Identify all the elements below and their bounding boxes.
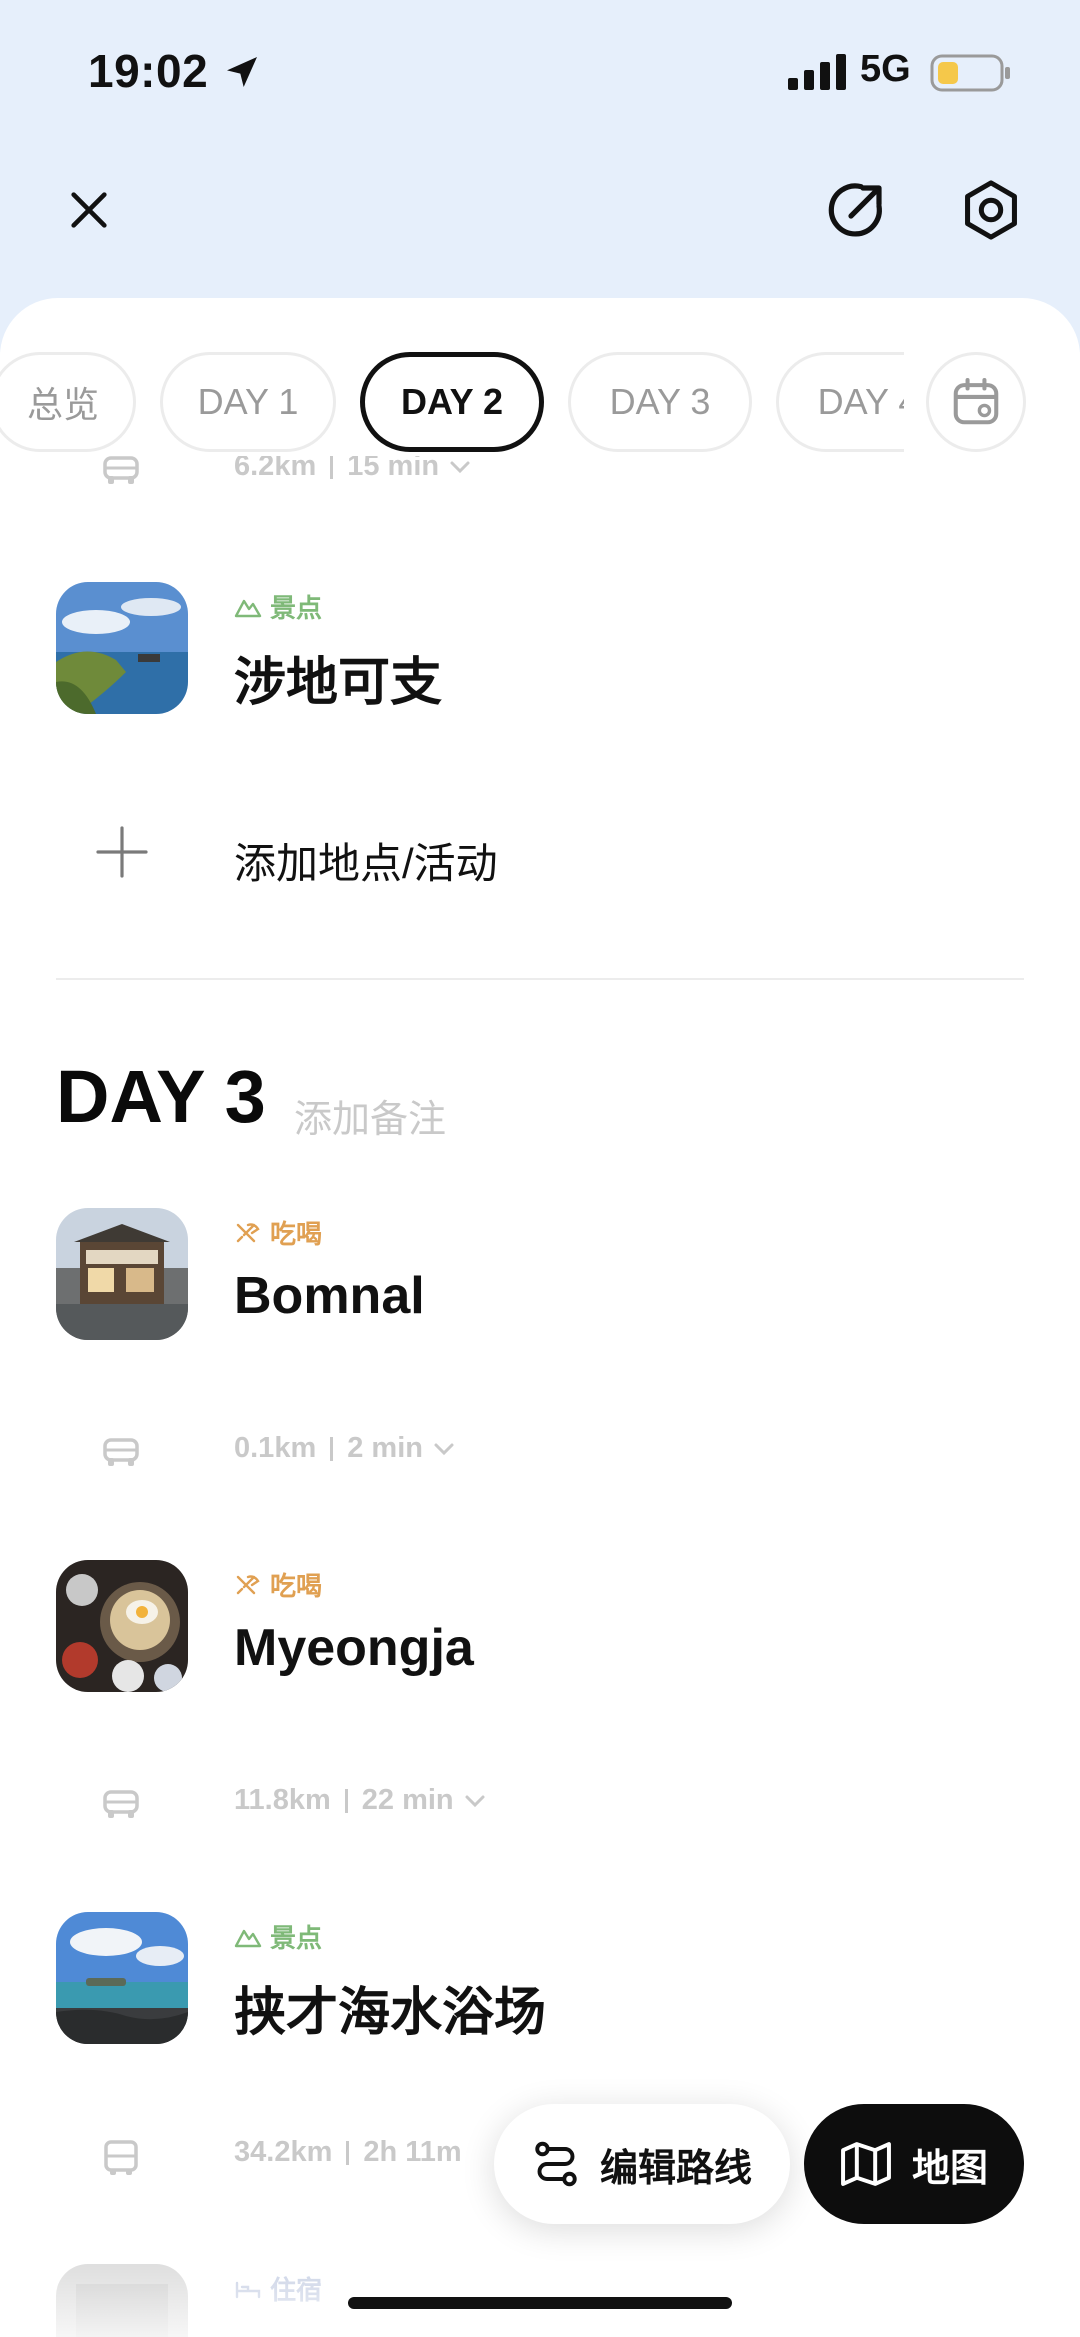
place-thumbnail xyxy=(56,582,188,714)
utensils-icon xyxy=(236,1222,260,1242)
place-category: 景点 xyxy=(234,588,322,625)
place-name: 涉地可支 xyxy=(234,654,443,712)
map-button[interactable]: 地图 xyxy=(804,2104,1024,2224)
day-title: DAY 3 xyxy=(56,1055,266,1138)
car-icon xyxy=(103,456,139,484)
place-category: 景点 xyxy=(234,1918,322,1955)
tab-overview[interactable]: 总览 xyxy=(0,352,136,452)
separator xyxy=(330,1436,334,1461)
bus-icon xyxy=(104,2140,138,2175)
place-item[interactable]: 景点 涉地可支 xyxy=(0,582,1080,722)
travel-distance: 34.2km xyxy=(234,2136,333,2168)
tab-day-3[interactable]: DAY 3 xyxy=(568,352,752,452)
share-button[interactable] xyxy=(812,165,902,255)
divider xyxy=(56,978,1024,980)
travel-distance: 11.8km xyxy=(234,1784,331,1816)
battery-icon xyxy=(930,54,1010,92)
map-icon xyxy=(841,2142,891,2186)
edit-route-button[interactable]: 编辑路线 xyxy=(494,2104,790,2224)
network-label: 5G xyxy=(860,48,911,90)
chevron-down-icon xyxy=(465,1795,485,1807)
tab-day-4[interactable]: DAY 4 xyxy=(776,352,904,452)
mountain-icon xyxy=(234,1929,262,1947)
location-arrow-icon xyxy=(227,57,257,87)
separator xyxy=(346,2140,350,2165)
travel-row[interactable]: 11.8km 22 min xyxy=(0,1774,1080,1834)
place-name: Myeongja xyxy=(234,1619,474,1677)
travel-info: 34.2km 2h 11m xyxy=(234,2136,462,2169)
place-thumbnail xyxy=(56,1560,188,1692)
mountain-icon xyxy=(234,599,262,617)
settings-button[interactable] xyxy=(946,165,1036,255)
status-bar: 19:02 5G xyxy=(0,0,1080,140)
itinerary-list[interactable]: 6.2km 15 min 景点 涉地可支 添加地点/活动 DAY 3 添加备注 … xyxy=(0,298,1080,2337)
car-icon xyxy=(103,1790,139,1818)
car-icon xyxy=(103,1438,139,1466)
signal-icon xyxy=(788,54,846,90)
calendar-button[interactable] xyxy=(926,352,1026,452)
travel-duration: 22 min xyxy=(361,1784,454,1816)
place-thumbnail xyxy=(56,1912,188,2044)
close-icon xyxy=(71,192,107,228)
travel-info: 11.8km 22 min xyxy=(234,1784,486,1817)
settings-icon xyxy=(965,180,1017,240)
itinerary-sheet: 6.2km 15 min 景点 涉地可支 添加地点/活动 DAY 3 添加备注 … xyxy=(0,298,1080,2337)
tab-day-1[interactable]: DAY 1 xyxy=(160,352,336,452)
place-category: 吃喝 xyxy=(234,1214,322,1251)
share-icon xyxy=(828,183,882,237)
travel-info: 0.1km 2 min xyxy=(234,1432,455,1465)
place-name: Bomnal xyxy=(234,1267,425,1325)
status-time: 19:02 xyxy=(88,45,209,97)
add-note-button[interactable]: 添加备注 xyxy=(294,1088,446,1143)
add-place-label: 添加地点/活动 xyxy=(234,840,498,887)
chevron-down-icon xyxy=(434,1443,454,1455)
travel-duration: 2h 11m xyxy=(363,2136,462,2168)
plus-icon xyxy=(96,826,148,878)
travel-distance: 0.1km xyxy=(234,1432,317,1464)
close-button[interactable] xyxy=(44,165,134,255)
home-indicator[interactable] xyxy=(348,2297,732,2309)
tabs-scroll[interactable]: 总览 DAY 1 DAY 2 DAY 3 DAY 4 xyxy=(0,352,904,456)
travel-row[interactable]: 0.1km 2 min xyxy=(0,1422,1080,1482)
calendar-icon xyxy=(953,378,999,425)
route-icon xyxy=(535,2141,577,2187)
day-tabs: 总览 DAY 1 DAY 2 DAY 3 DAY 4 xyxy=(0,352,1080,456)
place-thumbnail xyxy=(56,1208,188,1340)
place-item[interactable]: 景点 挟才海水浴场 xyxy=(0,1912,1080,2052)
separator xyxy=(344,1788,348,1813)
place-item[interactable]: 吃喝 Myeongja xyxy=(0,1560,1080,1700)
tab-day-2[interactable]: DAY 2 xyxy=(360,352,544,452)
map-label: 地图 xyxy=(911,2147,988,2190)
travel-duration: 2 min xyxy=(347,1432,423,1464)
place-name: 挟才海水浴场 xyxy=(234,1984,547,2042)
place-category: 吃喝 xyxy=(234,1566,322,1603)
place-item[interactable]: 吃喝 Bomnal xyxy=(0,1208,1080,1348)
add-place-button[interactable]: 添加地点/活动 xyxy=(0,810,1080,900)
chevron-down-icon xyxy=(450,461,470,473)
separator xyxy=(330,454,334,479)
utensils-icon xyxy=(236,1574,260,1594)
edit-route-label: 编辑路线 xyxy=(599,2147,752,2190)
